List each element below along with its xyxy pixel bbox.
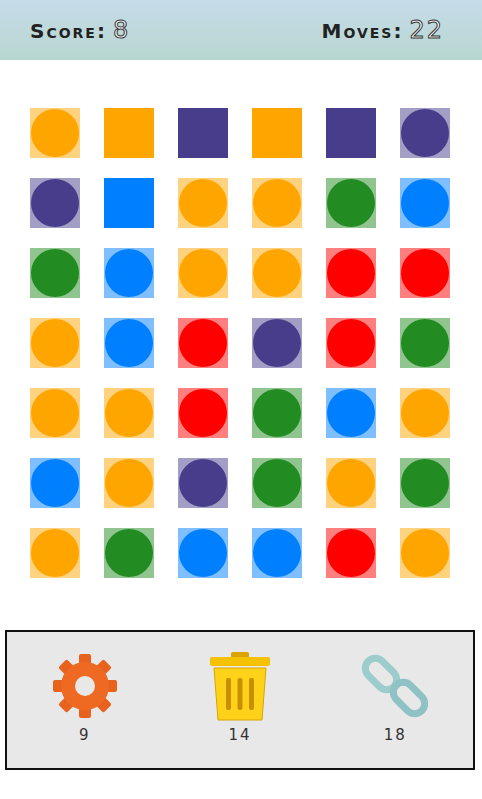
piece-dot	[253, 319, 301, 367]
board-cell[interactable]	[326, 108, 376, 158]
board-cell[interactable]	[30, 248, 80, 298]
chain-icon[interactable]	[359, 650, 431, 722]
piece-dot	[401, 529, 449, 577]
piece-dot	[401, 179, 449, 227]
board-cell[interactable]	[178, 248, 228, 298]
piece-dot	[179, 459, 227, 507]
piece-dot	[327, 249, 375, 297]
tool-count: 18	[384, 726, 407, 744]
piece-dot	[401, 459, 449, 507]
board-cell[interactable]	[30, 528, 80, 578]
trash-icon[interactable]	[204, 650, 276, 722]
piece-dot	[401, 249, 449, 297]
piece-dot	[253, 389, 301, 437]
tool-count: 14	[228, 726, 251, 744]
board-cell[interactable]	[30, 458, 80, 508]
board-cell[interactable]	[400, 458, 450, 508]
board-cell[interactable]	[400, 388, 450, 438]
piece-dot	[253, 249, 301, 297]
board-cell[interactable]	[400, 178, 450, 228]
board-cell[interactable]	[30, 318, 80, 368]
piece-dot	[401, 319, 449, 367]
board-cell[interactable]	[400, 528, 450, 578]
board-cell[interactable]	[104, 178, 154, 228]
piece-dot	[179, 529, 227, 577]
board-cell[interactable]	[178, 108, 228, 158]
board-cell[interactable]	[326, 178, 376, 228]
board-cell[interactable]	[326, 388, 376, 438]
piece-dot	[327, 319, 375, 367]
piece-dot	[105, 529, 153, 577]
piece-dot	[31, 459, 79, 507]
trash-tool[interactable]: 14	[190, 650, 290, 744]
board-cell[interactable]	[104, 388, 154, 438]
piece-dot	[179, 389, 227, 437]
board-cell[interactable]	[252, 458, 302, 508]
board-cell[interactable]	[104, 318, 154, 368]
piece-dot	[105, 389, 153, 437]
board-cell[interactable]	[252, 108, 302, 158]
piece-dot	[31, 389, 79, 437]
piece-dot	[179, 319, 227, 367]
moves: Moves:22	[322, 16, 444, 44]
board-cell[interactable]	[104, 248, 154, 298]
board-cell[interactable]	[104, 458, 154, 508]
gear-icon[interactable]	[49, 650, 121, 722]
board-cell[interactable]	[252, 528, 302, 578]
piece-dot	[31, 249, 79, 297]
board-cell[interactable]	[30, 388, 80, 438]
piece-dot	[327, 179, 375, 227]
board-cell[interactable]	[104, 528, 154, 578]
board-cell[interactable]	[326, 528, 376, 578]
board-cell[interactable]	[400, 248, 450, 298]
tool-panel: 9 14 18	[5, 630, 475, 770]
board-cell[interactable]	[178, 458, 228, 508]
piece-dot	[105, 319, 153, 367]
piece-dot	[31, 529, 79, 577]
piece-dot	[253, 529, 301, 577]
board-cell[interactable]	[252, 248, 302, 298]
board-cell[interactable]	[30, 178, 80, 228]
board-cell[interactable]	[252, 178, 302, 228]
piece-dot	[253, 179, 301, 227]
board-cell[interactable]	[400, 318, 450, 368]
game-board	[0, 60, 482, 578]
gear-tool[interactable]: 9	[35, 650, 135, 744]
piece-dot	[401, 389, 449, 437]
board-cell[interactable]	[178, 178, 228, 228]
piece-dot	[31, 179, 79, 227]
piece-dot	[179, 179, 227, 227]
board-cell[interactable]	[30, 108, 80, 158]
board-cell[interactable]	[178, 528, 228, 578]
board-cell[interactable]	[178, 388, 228, 438]
board-cell[interactable]	[252, 318, 302, 368]
piece-dot	[327, 459, 375, 507]
piece-dot	[31, 109, 79, 157]
board-cell[interactable]	[400, 108, 450, 158]
board-cell[interactable]	[252, 388, 302, 438]
piece-dot	[327, 389, 375, 437]
board-cell[interactable]	[178, 318, 228, 368]
board-cell[interactable]	[326, 248, 376, 298]
piece-dot	[253, 459, 301, 507]
board-cell[interactable]	[326, 318, 376, 368]
piece-dot	[31, 319, 79, 367]
score: Score:8	[30, 16, 130, 44]
board-cell[interactable]	[326, 458, 376, 508]
tool-count: 9	[79, 726, 91, 744]
piece-dot	[179, 249, 227, 297]
piece-dot	[327, 529, 375, 577]
header-bar: Score:8 Moves:22	[0, 0, 482, 60]
board-cell[interactable]	[104, 108, 154, 158]
piece-dot	[105, 249, 153, 297]
chain-tool[interactable]: 18	[345, 650, 445, 744]
piece-dot	[105, 459, 153, 507]
piece-dot	[401, 109, 449, 157]
